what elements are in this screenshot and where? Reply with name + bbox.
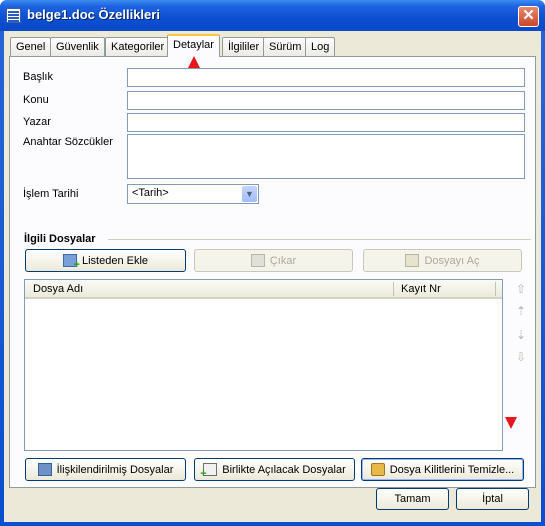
islem-tarihi-select[interactable]: <Tarih> ▼ [127,184,259,204]
yazar-label: Yazar [23,116,51,128]
section-divider [108,239,531,240]
tab-detaylar[interactable]: Detaylar [167,34,220,57]
birlikte-acilacak-dosyalar-button[interactable]: Birlikte Açılacak Dosyalar [194,458,355,481]
dosya-kilitlerini-temizle-label: Dosya Kilitlerini Temizle... [389,463,515,476]
lock-icon [370,463,385,476]
anahtar-sozcukler-label: Anahtar Sözcükler [23,136,113,148]
konu-label: Konu [23,94,49,106]
column-dosya-adi[interactable]: Dosya Adı [33,283,83,295]
move-top-icon[interactable]: ⇧ [515,283,527,295]
chevron-down-icon[interactable]: ▼ [242,186,257,202]
tab-log[interactable]: Log [305,37,336,56]
add-from-list-icon [62,254,80,271]
dosya-kilitlerini-temizle-button[interactable]: Dosya Kilitlerini Temizle... [361,458,524,481]
dosyayi-ac-label: Dosyayı Aç [424,254,480,267]
column-divider[interactable] [393,282,394,296]
tab-genel[interactable]: Genel [10,37,52,56]
baslik-label: Başlık [23,71,53,83]
tab-panel-detaylar: Başlık Konu Yazar Anahtar Sözcükler İşle… [9,56,536,488]
listeden-ekle-label: Listeden Ekle [81,254,149,267]
related-files-icon [37,463,52,476]
konu-field[interactable] [127,91,525,110]
iliskilendirilmis-dosyalar-label: İlişkilendirilmiş Dosyalar [56,463,174,476]
tamam-label: Tamam [394,493,431,505]
islem-tarihi-label: İşlem Tarihi [23,188,79,200]
close-icon: ✕ [522,7,535,24]
baslik-field[interactable] [127,68,525,87]
column-divider[interactable] [495,282,496,296]
tab-surum[interactable]: Sürüm [263,37,308,56]
dosyayi-ac-button[interactable]: Dosyayı Aç [363,249,522,272]
move-bottom-icon[interactable]: ⇩ [515,351,527,363]
active-tab-marker-icon [188,56,200,68]
iliskilendirilmis-dosyalar-button[interactable]: İlişkilendirilmiş Dosyalar [25,458,186,481]
window-title: belge1.doc Özellikleri [27,7,160,22]
birlikte-acilacak-dosyalar-label: Birlikte Açılacak Dosyalar [222,463,346,476]
move-down-icon[interactable]: ⇣ [515,329,527,341]
islem-tarihi-value: <Tarih> [132,187,169,199]
tab-kategoriler[interactable]: Kategoriler [105,37,171,56]
table-header: Dosya Adı Kayıt Nr [25,280,502,299]
anahtar-sozcukler-field[interactable] [127,134,525,179]
column-kayit-nr[interactable]: Kayıt Nr [401,283,441,295]
clear-locks-marker-icon [505,417,517,429]
listeden-ekle-button[interactable]: Listeden Ekle [25,249,186,272]
related-files-table[interactable]: Dosya Adı Kayıt Nr [24,279,503,451]
word-document-icon [6,8,21,23]
properties-window: belge1.doc Özellikleri ✕ Genel Güvenlik … [0,0,545,526]
iptal-button[interactable]: İptal [456,488,529,510]
tamam-button[interactable]: Tamam [376,488,449,510]
dialog-client-area: Genel Güvenlik Kategoriler Detaylar İlgi… [4,31,541,522]
tab-guvenlik[interactable]: Güvenlik [50,37,105,56]
open-file-icon [405,254,420,267]
cikar-button[interactable]: Çıkar [194,249,353,272]
iptal-label: İptal [482,493,503,505]
move-up-icon[interactable]: ⇡ [515,305,527,317]
cikar-label: Çıkar [269,254,297,267]
title-bar[interactable]: belge1.doc Özellikleri ✕ [0,0,545,31]
open-together-icon [200,463,218,480]
close-button[interactable]: ✕ [518,6,539,27]
remove-icon [250,254,265,267]
yazar-field[interactable] [127,113,525,132]
tab-ilgililer[interactable]: İlgililer [222,37,266,56]
ilgili-dosyalar-title: İlgili Dosyalar [24,233,96,245]
